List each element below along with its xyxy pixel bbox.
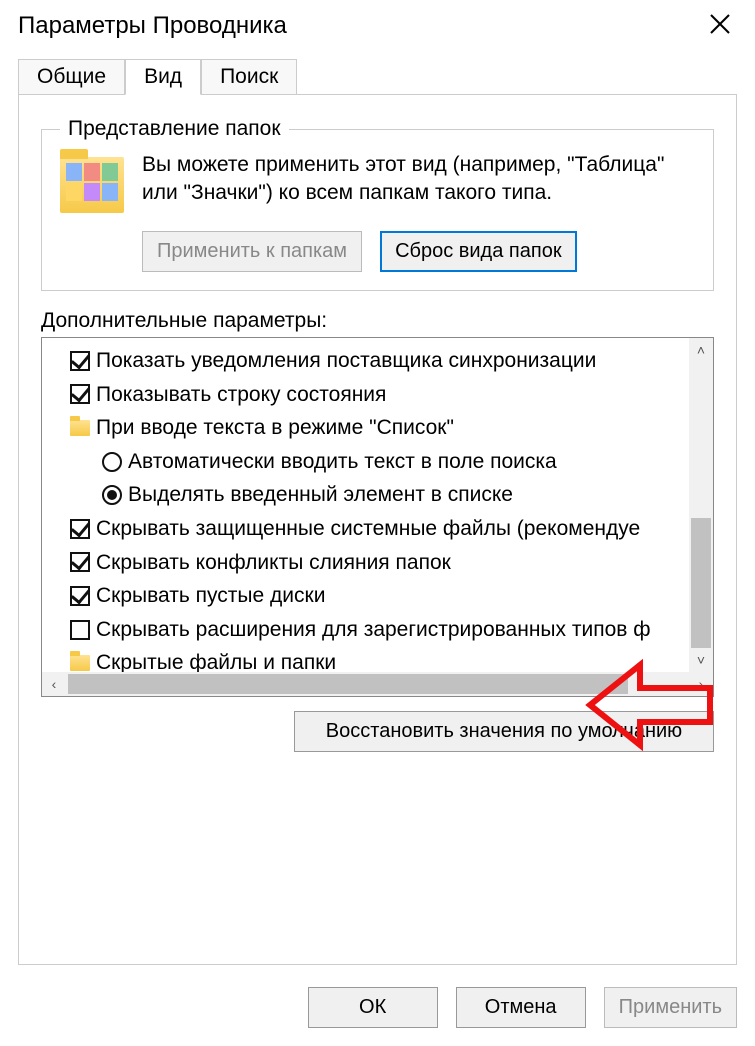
tab-search[interactable]: Поиск — [201, 59, 297, 95]
close-icon — [709, 13, 731, 35]
tab-content-view: Представление папок Вы можете применить … — [18, 95, 737, 965]
reset-folder-views-button[interactable]: Сброс вида папок — [380, 231, 577, 272]
restore-defaults-button[interactable]: Восстановить значения по умолчанию — [294, 711, 714, 752]
checkbox-icon — [70, 620, 90, 640]
folder-views-group: Представление папок Вы можете применить … — [41, 117, 714, 291]
tab-view[interactable]: Вид — [125, 59, 201, 95]
folder-views-legend: Представление папок — [60, 117, 289, 141]
setting-show-status-bar[interactable]: Показывать строку состояния — [42, 378, 713, 412]
radio-icon — [102, 452, 122, 472]
setting-hide-protected-system[interactable]: Скрывать защищенные системные файлы (рек… — [42, 512, 713, 546]
advanced-settings-list: Показать уведомления поставщика синхрони… — [41, 337, 714, 697]
vertical-scrollbar[interactable]: ˄ ˅ — [689, 338, 713, 672]
title-bar: Параметры Проводника — [0, 0, 755, 48]
scroll-left-icon[interactable]: ‹ — [42, 672, 66, 696]
checkbox-icon — [70, 552, 90, 572]
setting-typing-in-list-group: При вводе текста в режиме "Список" — [42, 411, 713, 445]
apply-button[interactable]: Применить — [604, 987, 737, 1028]
advanced-settings-heading: Дополнительные параметры: — [41, 309, 714, 333]
scroll-right-icon[interactable]: › — [689, 672, 713, 696]
setting-typing-select-item[interactable]: Выделять введенный элемент в списке — [42, 478, 713, 512]
cancel-button[interactable]: Отмена — [456, 987, 586, 1028]
ok-button[interactable]: ОК — [308, 987, 438, 1028]
scroll-thumb[interactable] — [691, 518, 711, 648]
checkbox-icon — [70, 586, 90, 606]
close-button[interactable] — [703, 12, 737, 40]
tab-strip: Общие Вид Поиск — [18, 58, 737, 95]
folder-icon — [70, 420, 90, 436]
scroll-thumb[interactable] — [68, 674, 628, 694]
folder-thumbnail-icon — [60, 157, 124, 213]
folder-icon — [70, 655, 90, 671]
dialog-button-row: ОК Отмена Применить — [308, 987, 737, 1028]
setting-show-sync-notifications[interactable]: Показать уведомления поставщика синхрони… — [42, 344, 713, 378]
setting-hide-extensions[interactable]: Скрывать расширения для зарегистрированн… — [42, 613, 713, 647]
setting-hide-merge-conflicts[interactable]: Скрывать конфликты слияния папок — [42, 546, 713, 580]
setting-hide-empty-drives[interactable]: Скрывать пустые диски — [42, 579, 713, 613]
checkbox-icon — [70, 519, 90, 539]
folder-views-description: Вы можете применить этот вид (например, … — [142, 151, 695, 208]
setting-typing-auto-search[interactable]: Автоматически вводить текст в поле поиск… — [42, 445, 713, 479]
scroll-up-icon[interactable]: ˄ — [689, 338, 713, 362]
checkbox-icon — [70, 351, 90, 371]
checkbox-icon — [70, 384, 90, 404]
radio-icon — [102, 485, 122, 505]
window-title: Параметры Проводника — [18, 12, 287, 40]
tab-general[interactable]: Общие — [18, 59, 125, 95]
scroll-down-icon[interactable]: ˅ — [689, 648, 713, 672]
apply-to-folders-button[interactable]: Применить к папкам — [142, 231, 362, 272]
horizontal-scrollbar[interactable]: ‹ › — [42, 672, 713, 696]
